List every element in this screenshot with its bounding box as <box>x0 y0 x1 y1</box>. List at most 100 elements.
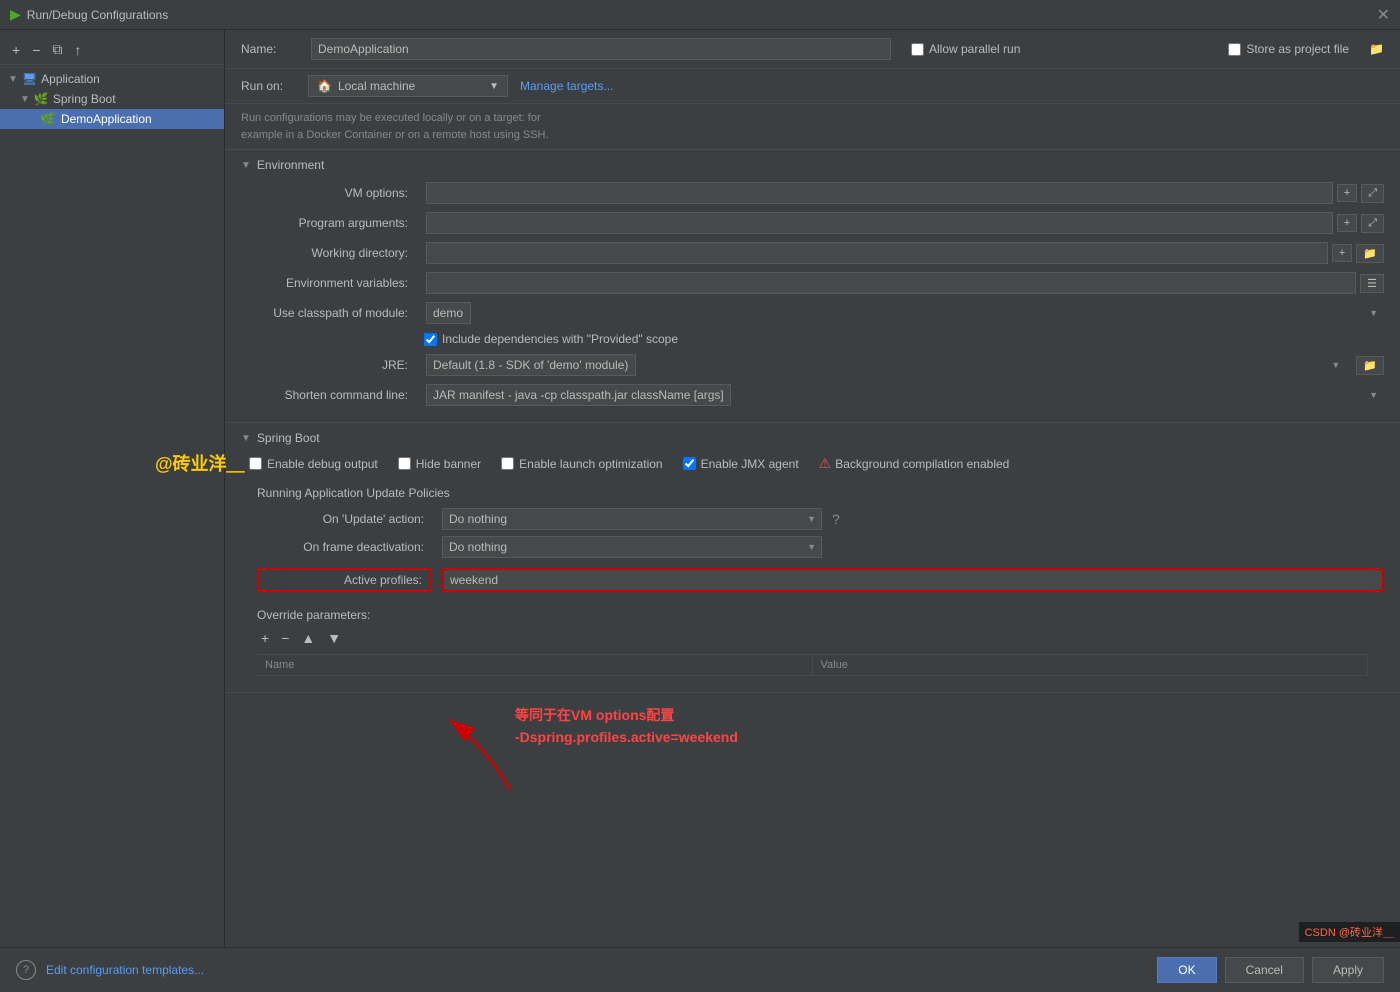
help-button[interactable]: ? <box>16 960 36 980</box>
hide-banner-label[interactable]: Hide banner <box>398 457 481 471</box>
on-update-select-wrapper: Do nothing <box>442 508 822 530</box>
working-dir-input[interactable] <box>426 242 1328 264</box>
target-dropdown[interactable]: 🏠 Local machine ▼ <box>308 75 508 97</box>
name-input[interactable] <box>311 38 891 60</box>
apply-button[interactable]: Apply <box>1312 957 1384 983</box>
working-dir-expand-btn[interactable]: + <box>1332 244 1352 262</box>
on-frame-row: On frame deactivation: Do nothing <box>257 536 1384 558</box>
expand-icon: ▼ <box>8 74 18 85</box>
override-remove-btn[interactable]: − <box>277 628 293 648</box>
bottom-bar: ? Edit configuration templates... OK Can… <box>0 947 1400 992</box>
jre-browse-btn[interactable]: 📁 <box>1356 356 1384 375</box>
sidebar-item-label: DemoApplication <box>61 112 152 126</box>
shorten-cmd-row: Shorten command line: JAR manifest - jav… <box>241 384 1384 406</box>
sidebar-item-label: Spring Boot <box>53 92 116 106</box>
springboot-collapse-icon: ▼ <box>241 433 251 444</box>
override-moveup-btn[interactable]: ▲ <box>297 628 319 648</box>
manage-targets-link[interactable]: Manage targets... <box>520 79 613 93</box>
classpath-row: Use classpath of module: demo <box>241 302 1384 324</box>
add-config-button[interactable]: + <box>8 40 24 60</box>
working-dir-browse-btn[interactable]: 📁 <box>1356 244 1384 263</box>
target-value: Local machine <box>338 79 415 93</box>
program-args-browse-btn[interactable]: ⤢ <box>1361 214 1384 233</box>
on-update-help-icon[interactable]: ? <box>832 511 840 527</box>
content-area: Name: Allow parallel run Store as projec… <box>225 30 1400 947</box>
demo-app-icon: 🌿 <box>40 112 55 126</box>
on-update-label: On 'Update' action: <box>257 512 432 526</box>
on-frame-select[interactable]: Do nothing <box>442 536 822 558</box>
classpath-label: Use classpath of module: <box>241 306 416 320</box>
shorten-cmd-label: Shorten command line: <box>241 388 416 402</box>
cancel-button[interactable]: Cancel <box>1225 957 1304 983</box>
classpath-select-wrapper: demo <box>426 302 1384 324</box>
jre-select-wrapper: Default (1.8 - SDK of 'demo' module) <box>426 354 1346 376</box>
include-deps-row: Include dependencies with "Provided" sco… <box>241 332 1384 346</box>
override-table-header: Name Value <box>257 654 1368 676</box>
active-profiles-input[interactable] <box>442 568 1384 592</box>
override-add-btn[interactable]: + <box>257 628 273 648</box>
target-icon: 🏠 <box>317 79 332 93</box>
config-header-row: Name: Allow parallel run Store as projec… <box>225 30 1400 69</box>
sidebar: + − ⧉ ↑ ▼ 🖥 Application ▼ 🌿 Spring Boot … <box>0 30 225 947</box>
jre-select[interactable]: Default (1.8 - SDK of 'demo' module) <box>426 354 636 376</box>
override-toolbar: + − ▲ ▼ <box>257 628 1368 648</box>
override-title: Override parameters: <box>257 608 1368 622</box>
working-dir-label: Working directory: <box>241 246 416 260</box>
program-args-wrapper: + ⤢ <box>426 212 1384 234</box>
env-vars-browse-btn[interactable]: ☰ <box>1360 274 1384 293</box>
enable-jmx-label[interactable]: Enable JMX agent <box>683 457 799 471</box>
enable-launch-checkbox[interactable] <box>501 457 514 470</box>
springboot-section-header[interactable]: ▼ Spring Boot <box>241 431 1384 445</box>
enable-debug-checkbox[interactable] <box>249 457 262 470</box>
shorten-cmd-select-wrapper: JAR manifest - java -cp classpath.jar cl… <box>426 384 1384 406</box>
enable-launch-label[interactable]: Enable launch optimization <box>501 457 662 471</box>
copy-config-button[interactable]: ⧉ <box>48 39 66 60</box>
program-args-expand-btn[interactable]: + <box>1337 214 1357 232</box>
sidebar-item-label: Application <box>41 72 100 86</box>
override-section: Override parameters: + − ▲ ▼ Name Value <box>241 600 1384 684</box>
on-update-select[interactable]: Do nothing <box>442 508 822 530</box>
enable-jmx-checkbox[interactable] <box>683 457 696 470</box>
springboot-title: Spring Boot <box>257 431 320 445</box>
include-deps-checkbox[interactable] <box>424 333 437 346</box>
remove-config-button[interactable]: − <box>28 40 44 60</box>
ok-button[interactable]: OK <box>1157 957 1216 983</box>
sidebar-item-application[interactable]: ▼ 🖥 Application <box>0 69 224 89</box>
springboot-section: ▼ Spring Boot Enable debug output Hide b… <box>225 423 1400 693</box>
move-config-button[interactable]: ↑ <box>70 40 85 60</box>
env-vars-input[interactable] <box>426 272 1356 294</box>
classpath-select[interactable]: demo <box>426 302 471 324</box>
springboot-checkboxes: Enable debug output Hide banner Enable l… <box>241 455 1384 472</box>
jre-row: JRE: Default (1.8 - SDK of 'demo' module… <box>241 354 1384 376</box>
info-text: Run configurations may be executed local… <box>225 104 1400 150</box>
env-collapse-icon: ▼ <box>241 160 251 171</box>
run-debug-icon: ▶ <box>10 6 21 23</box>
enable-debug-label[interactable]: Enable debug output <box>249 457 378 471</box>
main-container: + − ⧉ ↑ ▼ 🖥 Application ▼ 🌿 Spring Boot … <box>0 30 1400 947</box>
environment-section-header[interactable]: ▼ Environment <box>241 158 1384 172</box>
sidebar-item-springboot[interactable]: ▼ 🌿 Spring Boot <box>0 89 224 109</box>
vm-options-input[interactable] <box>426 182 1333 204</box>
on-frame-select-wrapper: Do nothing <box>442 536 822 558</box>
vm-options-browse-btn[interactable]: ⤢ <box>1361 184 1384 203</box>
shorten-cmd-select[interactable]: JAR manifest - java -cp classpath.jar cl… <box>426 384 731 406</box>
vm-options-expand-btn[interactable]: + <box>1337 184 1357 202</box>
sidebar-item-demoapplication[interactable]: 🌿 DemoApplication <box>0 109 224 129</box>
hide-banner-checkbox[interactable] <box>398 457 411 470</box>
store-as-project-label[interactable]: Store as project file <box>1228 42 1349 56</box>
vm-options-label: VM options: <box>241 186 416 200</box>
store-as-project-checkbox[interactable] <box>1228 43 1241 56</box>
close-button[interactable]: ✕ <box>1377 5 1390 25</box>
run-on-label: Run on: <box>241 79 296 93</box>
active-profiles-row: Active profiles: <box>241 568 1384 592</box>
run-on-row: Run on: 🏠 Local machine ▼ Manage targets… <box>225 69 1400 104</box>
edit-config-link[interactable]: Edit configuration templates... <box>46 963 204 977</box>
vm-options-wrapper: + ⤢ <box>426 182 1384 204</box>
allow-parallel-label[interactable]: Allow parallel run <box>911 42 1020 56</box>
override-value-col: Value <box>813 655 1369 675</box>
title-bar-title: Run/Debug Configurations <box>27 8 168 22</box>
program-args-input[interactable] <box>426 212 1333 234</box>
bg-compilation-label[interactable]: ⚠ Background compilation enabled <box>819 455 1010 472</box>
override-movedown-btn[interactable]: ▼ <box>323 628 345 648</box>
allow-parallel-checkbox[interactable] <box>911 43 924 56</box>
